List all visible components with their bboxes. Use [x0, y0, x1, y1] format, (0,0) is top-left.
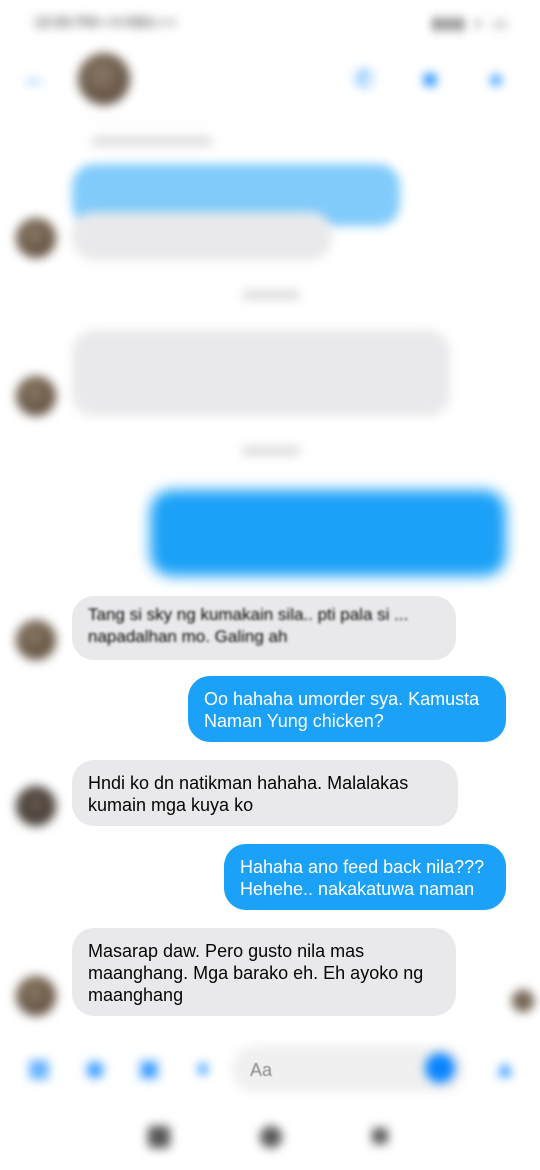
message-text: Oo hahaha umorder sya. Kamusta Naman Yun…	[204, 689, 480, 731]
grid-menu-icon[interactable]: ▦	[22, 1052, 56, 1086]
timestamp	[242, 290, 300, 300]
home-icon[interactable]	[260, 1126, 282, 1148]
message-bubble-incoming-blurred	[72, 212, 332, 260]
message-bubble-incoming[interactable]: Tang si sky ng kumakain sila.. pti pala …	[72, 596, 456, 660]
camera-icon[interactable]: ◉	[78, 1052, 112, 1086]
recent-apps-icon[interactable]	[148, 1126, 170, 1148]
thumbs-up-icon[interactable]: ▲	[488, 1052, 522, 1086]
message-bubble-incoming[interactable]: Masarap daw. Pero gusto nila mas maangha…	[72, 928, 456, 1016]
sender-avatar	[16, 218, 56, 258]
message-text: Hndi ko dn natikman hahaha. Malalakas ku…	[88, 773, 409, 815]
phone-icon[interactable]: ✆	[346, 62, 382, 98]
back-arrow-icon[interactable]: ←	[22, 62, 52, 92]
video-camera-icon[interactable]: ■	[412, 62, 448, 98]
emoji-icon[interactable]	[425, 1053, 455, 1083]
message-input-placeholder: Aa	[250, 1060, 273, 1080]
header-divider	[0, 122, 540, 123]
contact-avatar[interactable]	[78, 53, 130, 105]
message-bubble-incoming[interactable]: Hndi ko dn natikman hahaha. Malalakas ku…	[72, 760, 458, 826]
timestamp	[242, 446, 300, 456]
message-text: Tang si sky ng kumakain sila.. pti pala …	[88, 605, 409, 646]
sender-avatar	[16, 620, 56, 660]
microphone-icon[interactable]: ♦	[186, 1052, 220, 1086]
info-icon[interactable]: ●	[478, 62, 514, 98]
read-receipt-avatar	[512, 990, 534, 1012]
image-icon[interactable]: ▣	[132, 1052, 166, 1086]
message-text: Masarap daw. Pero gusto nila mas maangha…	[88, 941, 424, 1005]
sender-avatar	[16, 976, 56, 1016]
message-bubble-outgoing[interactable]: Oo hahaha umorder sya. Kamusta Naman Yun…	[188, 676, 506, 742]
message-text: Hahaha ano feed back nila??? Hehehe.. na…	[240, 857, 485, 899]
message-bubble-outgoing-blurred	[150, 490, 506, 576]
status-icons: ▮▮▮ ◗ ▭	[432, 15, 510, 32]
status-time: 10:00 PM ▪ 0 KB/s ▪ ▪	[34, 14, 176, 31]
sender-avatar	[16, 786, 56, 826]
sender-avatar	[16, 376, 56, 416]
message-bubble-outgoing[interactable]: Hahaha ano feed back nila??? Hehehe.. na…	[224, 844, 506, 910]
message-bubble-incoming-blurred	[72, 330, 450, 416]
back-nav-icon[interactable]	[372, 1128, 388, 1144]
seen-indicator	[92, 136, 212, 146]
